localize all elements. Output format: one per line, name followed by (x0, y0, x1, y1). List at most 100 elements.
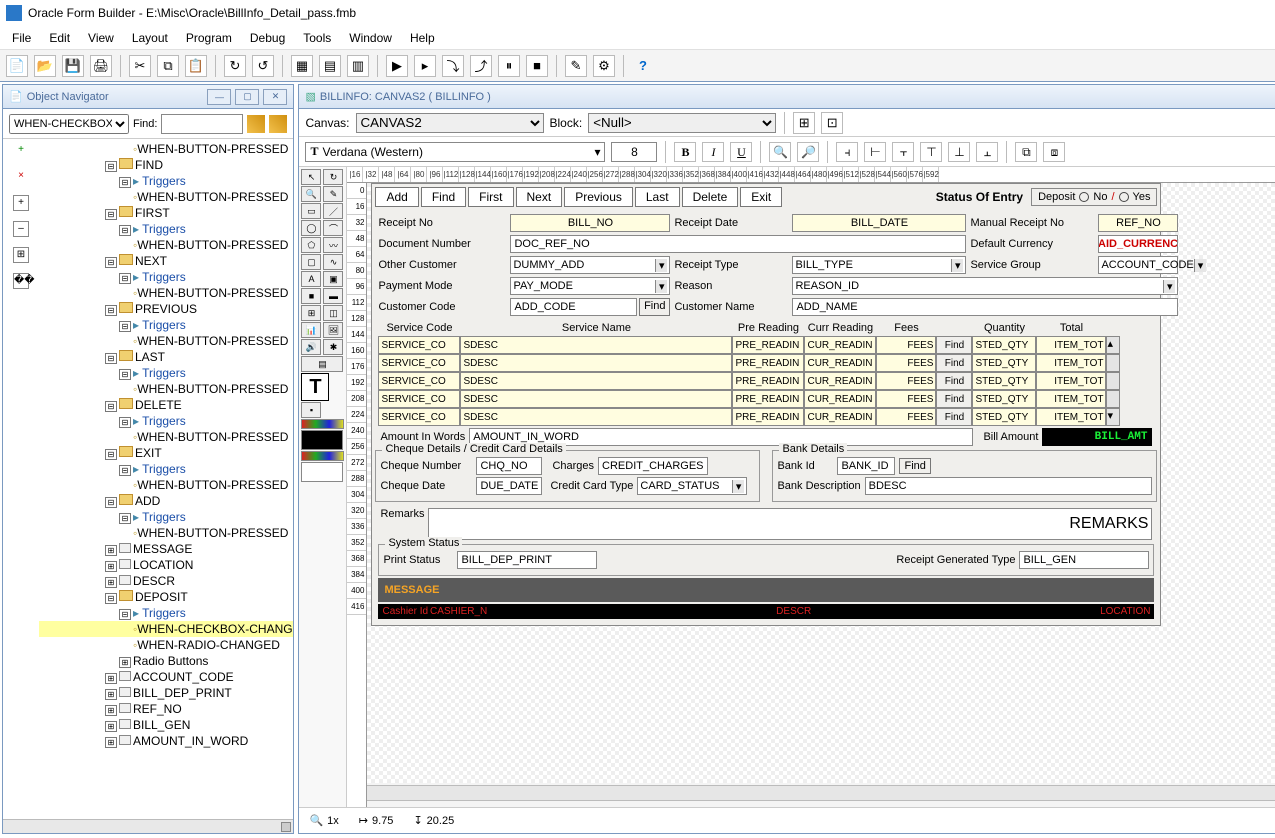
customer-name-field[interactable]: ADD_NAME (792, 298, 1178, 316)
row-find-button[interactable]: Find (936, 354, 972, 372)
default-currency-field[interactable]: PAID_CURRENCY (1098, 235, 1178, 253)
tree-node[interactable]: ⊞LOCATION (39, 557, 293, 573)
canvas-titlebar[interactable]: ▧BILLINFO: CANVAS2 ( BILLINFO ) — ▢ ✕ (299, 85, 1275, 109)
fees-cell[interactable]: FEES (876, 390, 936, 408)
tree-node[interactable]: ⊞AMOUNT_IN_WORD (39, 733, 293, 749)
find-next-icon[interactable] (269, 115, 287, 133)
table-row[interactable]: SERVICE_COSDESCPRE_READINCUR_READINFEESF… (372, 390, 1160, 408)
total-cell[interactable]: ITEM_TOT (1036, 354, 1106, 372)
layout-wizard-icon[interactable]: ⊞ (793, 112, 815, 134)
copy-icon[interactable]: ⧉ (157, 55, 179, 77)
tree-node[interactable]: ⊟▸ Triggers (39, 269, 293, 285)
revert-icon[interactable]: ↺ (252, 55, 274, 77)
find-button[interactable]: Find (421, 187, 466, 207)
table-row[interactable]: SERVICE_COSDESCPRE_READINCUR_READINFEESF… (372, 372, 1160, 390)
stacked-canvas-icon[interactable]: ▤ (301, 356, 343, 372)
tree-node[interactable]: ◦WHEN-BUTTON-PRESSED (39, 189, 293, 205)
total-cell[interactable]: ITEM_TOT (1036, 336, 1106, 354)
reason-select[interactable]: REASON_ID▾ (792, 277, 1178, 295)
service-code-cell[interactable]: SERVICE_CO (378, 354, 460, 372)
zoom-in-icon[interactable]: 🔍 (769, 142, 791, 162)
ole-icon[interactable]: ⊞ (301, 305, 321, 321)
customer-code-find-button[interactable]: Find (639, 298, 670, 316)
table-row[interactable]: SERVICE_COSDESCPRE_READINCUR_READINFEESF… (372, 408, 1160, 426)
view-icon[interactable]: ⊡ (821, 112, 843, 134)
navigator-scrollbar[interactable] (3, 819, 293, 833)
step-icon[interactable]: ▸ (414, 55, 436, 77)
align-bottom-icon[interactable]: ⫠ (976, 142, 998, 162)
tab-icon[interactable]: ◫ (323, 305, 343, 321)
tree-node[interactable]: ⊟▸ Triggers (39, 605, 293, 621)
tree-node[interactable]: ⊟▸ Triggers (39, 509, 293, 525)
row-find-button[interactable]: Find (936, 372, 972, 390)
tree-node[interactable]: ◦WHEN-BUTTON-PRESSED (39, 237, 293, 253)
receipt-date-field[interactable]: BILL_DATE (792, 214, 966, 232)
fees-cell[interactable]: FEES (876, 372, 936, 390)
navigator-type-select[interactable]: WHEN-CHECKBOX (9, 114, 129, 134)
navigator-tree[interactable]: ◦WHEN-BUTTON-PRESSED⊟FIND⊟▸ Triggers◦WHE… (39, 139, 293, 819)
delete-button[interactable]: Delete (682, 187, 739, 207)
reshape-icon[interactable]: ✎ (323, 186, 343, 202)
open-icon[interactable]: 📂 (34, 55, 56, 77)
menu-view[interactable]: View (80, 29, 122, 47)
pre-reading-cell[interactable]: PRE_READIN (732, 354, 804, 372)
color-palette-icon[interactable] (301, 451, 344, 461)
remarks-field[interactable]: REMARKS (428, 508, 1152, 540)
align-top-icon[interactable]: ⊤ (920, 142, 942, 162)
ellipse-icon[interactable]: ◯ (301, 220, 321, 236)
bank-desc-field[interactable]: BDESC (865, 477, 1153, 495)
tree-node[interactable]: ⊟FIRST (39, 205, 293, 221)
canvas-select[interactable]: CANVAS2 (356, 113, 544, 133)
tree-node[interactable]: ◦WHEN-BUTTON-PRESSED (39, 285, 293, 301)
service-name-cell[interactable]: SDESC (460, 390, 732, 408)
text-icon[interactable]: A (301, 271, 321, 287)
add-button[interactable]: Add (375, 187, 418, 207)
zoom-icon[interactable]: 🔍 (301, 186, 321, 202)
frame-icon[interactable]: ▣ (323, 271, 343, 287)
qty-cell[interactable]: STED_QTY (972, 354, 1036, 372)
fees-cell[interactable]: FEES (876, 408, 936, 426)
collapse-all-icon[interactable]: �� (13, 273, 29, 289)
tree-node[interactable]: ⊟ADD (39, 493, 293, 509)
paste-icon[interactable]: 📋 (185, 55, 207, 77)
last-button[interactable]: Last (635, 187, 680, 207)
tree-node[interactable]: ◦WHEN-CHECKBOX-CHANG (39, 621, 293, 637)
polyline-icon[interactable]: 〰 (323, 237, 343, 253)
input-icon[interactable]: ▬ (323, 288, 343, 304)
horizontal-scrollbar[interactable] (353, 785, 1275, 801)
grid-scrollbar[interactable] (1106, 354, 1120, 372)
qty-cell[interactable]: STED_QTY (972, 372, 1036, 390)
cheque-number-field[interactable]: CHQ_NO (476, 457, 542, 475)
table-row[interactable]: SERVICE_COSDESCPRE_READINCUR_READINFEESF… (372, 336, 1160, 354)
rect-icon[interactable]: ▭ (301, 203, 321, 219)
expand-all-icon[interactable]: ⊞ (13, 247, 29, 263)
line-icon[interactable]: ／ (323, 203, 343, 219)
previous-button[interactable]: Previous (564, 187, 633, 207)
customer-code-field[interactable]: ADD_CODE (510, 298, 637, 316)
align-middle-icon[interactable]: ⊥ (948, 142, 970, 162)
grid-scrollbar[interactable] (1106, 390, 1120, 408)
arc-icon[interactable]: ⌒ (323, 220, 343, 236)
module-icon[interactable]: ▦ (291, 55, 313, 77)
tree-node[interactable]: ⊟PREVIOUS (39, 301, 293, 317)
button-icon[interactable]: ■ (301, 288, 321, 304)
grid-scrollbar[interactable] (1106, 372, 1120, 390)
tree-node[interactable]: ⊟▸ Triggers (39, 221, 293, 237)
tree-node[interactable]: ⊞Radio Buttons (39, 653, 293, 669)
swatch-black[interactable] (301, 430, 343, 450)
expand-icon[interactable]: + (13, 195, 29, 211)
fill-color-icon[interactable]: ▪ (301, 402, 321, 418)
service-group-select[interactable]: ACCOUNT_CODE▾ (1098, 256, 1178, 274)
step-over-icon[interactable]: ⤵ (442, 55, 464, 77)
qty-cell[interactable]: STED_QTY (972, 336, 1036, 354)
service-code-cell[interactable]: SERVICE_CO (378, 408, 460, 426)
font-size-input[interactable] (611, 142, 657, 162)
navigator-titlebar[interactable]: 📄Object Navigator — ▢ ✕ (3, 85, 293, 109)
tree-node[interactable]: ◦WHEN-BUTTON-PRESSED (39, 381, 293, 397)
image-icon[interactable]: 🖼 (323, 322, 343, 338)
service-name-cell[interactable]: SDESC (460, 372, 732, 390)
tree-node[interactable]: ◦WHEN-BUTTON-PRESSED (39, 525, 293, 541)
total-cell[interactable]: ITEM_TOT (1036, 408, 1106, 426)
payment-mode-select[interactable]: PAY_MODE▾ (510, 277, 670, 295)
tree-node[interactable]: ⊞MESSAGE (39, 541, 293, 557)
